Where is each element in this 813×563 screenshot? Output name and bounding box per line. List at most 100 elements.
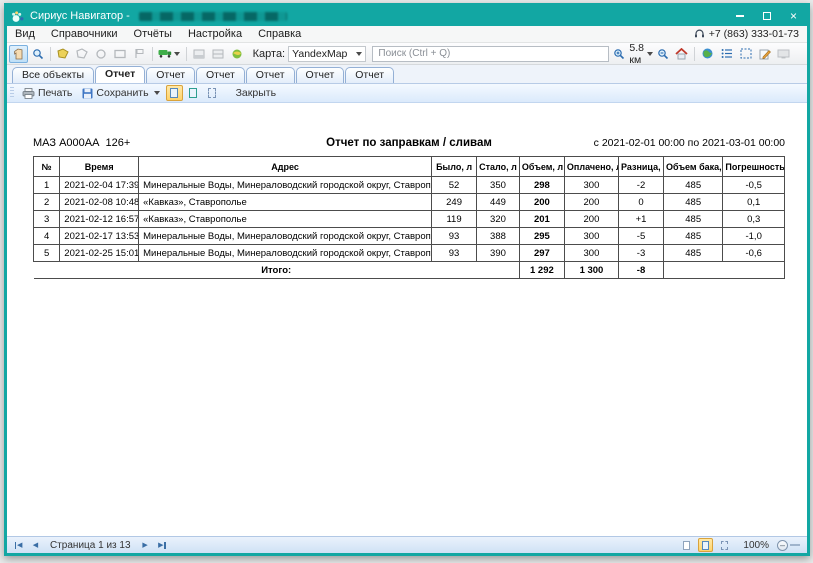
page-indicator: Страница 1 из 13 (50, 540, 131, 551)
view-fit-page-button[interactable] (185, 85, 202, 101)
menu-spravochniki[interactable]: Справочники (43, 26, 126, 42)
monitor-button[interactable] (774, 45, 793, 63)
polygon-tool-button[interactable] (73, 45, 92, 63)
cell: 485 (664, 194, 723, 211)
zoom-out-button[interactable] (653, 45, 672, 63)
tab-report-4[interactable]: Отчет (246, 67, 295, 83)
zoom-tool-button[interactable] (28, 45, 47, 63)
object-list-button[interactable] (717, 45, 736, 63)
close-button[interactable]: × (780, 6, 807, 26)
first-page-button[interactable]: ◀ (10, 538, 27, 552)
next-page-button[interactable]: ▶ (137, 538, 154, 552)
cell: -0,5 (723, 177, 785, 194)
total-row: Итого: 1 292 1 300 -8 (34, 262, 785, 279)
print-button[interactable]: Печать (17, 85, 77, 102)
map-label: Карта: (253, 48, 286, 60)
edit-report-button[interactable] (755, 45, 774, 63)
cell: 320 (477, 211, 520, 228)
tab-report-6[interactable]: Отчет (345, 67, 394, 83)
tab-report-2[interactable]: Отчет (146, 67, 195, 83)
globe-3d-icon (231, 48, 243, 60)
vehicle-button[interactable] (156, 45, 183, 63)
circle-tool-button[interactable] (92, 45, 111, 63)
close-report-button[interactable]: Закрыть (236, 87, 276, 99)
polygon-edit-icon (57, 48, 69, 59)
next-page-icon: ▶ (142, 541, 147, 549)
zoom-in-icon (613, 48, 625, 60)
status-view-width-button[interactable] (717, 538, 732, 552)
app-window: Сириус Навигатор - × Вид Справочники Отч… (4, 3, 810, 556)
zoom-out-slider-button[interactable]: – (777, 540, 788, 551)
search-input[interactable] (372, 46, 609, 62)
map-right-tools: 5.8 км (609, 42, 807, 66)
map-select[interactable]: YandexMap (288, 46, 366, 62)
list-icon (721, 48, 733, 59)
column-header: Время (60, 157, 139, 177)
magnifier-icon (32, 48, 44, 60)
menu-otchety[interactable]: Отчёты (126, 26, 180, 42)
report-toolbar: Печать Сохранить Закрыть (7, 84, 807, 103)
zoom-in-button[interactable] (609, 45, 628, 63)
home-icon (675, 48, 688, 60)
cell: «Кавказ», Ставрополье (139, 194, 432, 211)
column-header: № (34, 157, 60, 177)
menu-vid[interactable]: Вид (7, 26, 43, 42)
tab-report-3[interactable]: Отчет (196, 67, 245, 83)
panel-bottom-icon (193, 49, 205, 59)
status-view-single-button[interactable] (679, 538, 694, 552)
menubar: Вид Справочники Отчёты Настройка Справка… (7, 26, 807, 43)
flag-icon (134, 48, 145, 59)
prev-page-button[interactable]: ◀ (27, 538, 44, 552)
page-width-icon (721, 541, 728, 550)
tab-report-active[interactable]: Отчет (95, 66, 145, 83)
toolbar-grip (10, 87, 14, 99)
cell: 0 (618, 194, 663, 211)
cell: 449 (477, 194, 520, 211)
tab-report-5[interactable]: Отчет (296, 67, 345, 83)
table-row: 42021-02-17 13:53Минеральные Воды, Минер… (34, 228, 785, 245)
close-icon: × (790, 9, 797, 23)
total-volume: 1 292 (519, 262, 564, 279)
rectangle-tool-button[interactable] (111, 45, 130, 63)
save-button[interactable]: Сохранить (77, 85, 164, 102)
maximize-button[interactable] (753, 6, 780, 26)
headset-icon (694, 29, 705, 39)
menu-nastroyka[interactable]: Настройка (180, 26, 250, 42)
route-tool-button[interactable] (130, 45, 149, 63)
tabstrip: Все объекты Отчет Отчет Отчет Отчет Отче… (7, 65, 807, 84)
cell: 3 (34, 211, 60, 228)
view-width-button[interactable] (204, 85, 221, 101)
geozones-globe-button[interactable] (698, 45, 717, 63)
column-header: Адрес (139, 157, 432, 177)
panel-split-button[interactable] (209, 45, 228, 63)
cell: 5 (34, 245, 60, 262)
panel-bottom-button[interactable] (190, 45, 209, 63)
zoom-slider[interactable] (790, 544, 800, 546)
cell: 300 (564, 228, 618, 245)
edit-geozone-button[interactable] (54, 45, 73, 63)
view-single-page-button[interactable] (166, 85, 183, 101)
app-logo-icon (11, 10, 25, 23)
main-toolbar: Карта: YandexMap 5.8 км (7, 43, 807, 65)
printer-icon (22, 88, 35, 99)
total-paid: 1 300 (564, 262, 618, 279)
cell: 0,1 (723, 194, 785, 211)
minimize-button[interactable] (726, 6, 753, 26)
tab-all-objects[interactable]: Все объекты (12, 67, 94, 83)
map-3d-button[interactable] (228, 45, 247, 63)
status-view-fit-button[interactable] (698, 538, 713, 552)
statusbar: ◀ ◀ Страница 1 из 13 ▶ ▶ 100% – (7, 536, 807, 553)
cell: 200 (564, 211, 618, 228)
first-page-icon (15, 542, 17, 549)
home-button[interactable] (672, 45, 691, 63)
caret-down-icon (174, 52, 180, 56)
selection-frame-button[interactable] (736, 45, 755, 63)
cell: 2 (34, 194, 60, 211)
window-controls: × (726, 6, 807, 26)
menu-spravka[interactable]: Справка (250, 26, 309, 42)
cell: Минеральные Воды, Минераловодский городс… (139, 177, 432, 194)
report-period: с 2021-02-01 00:00 по 2021-03-01 00:00 (492, 137, 785, 149)
map-scale-value[interactable]: 5.8 км (629, 42, 644, 66)
pan-tool-button[interactable] (9, 45, 28, 63)
last-page-button[interactable]: ▶ (154, 538, 171, 552)
